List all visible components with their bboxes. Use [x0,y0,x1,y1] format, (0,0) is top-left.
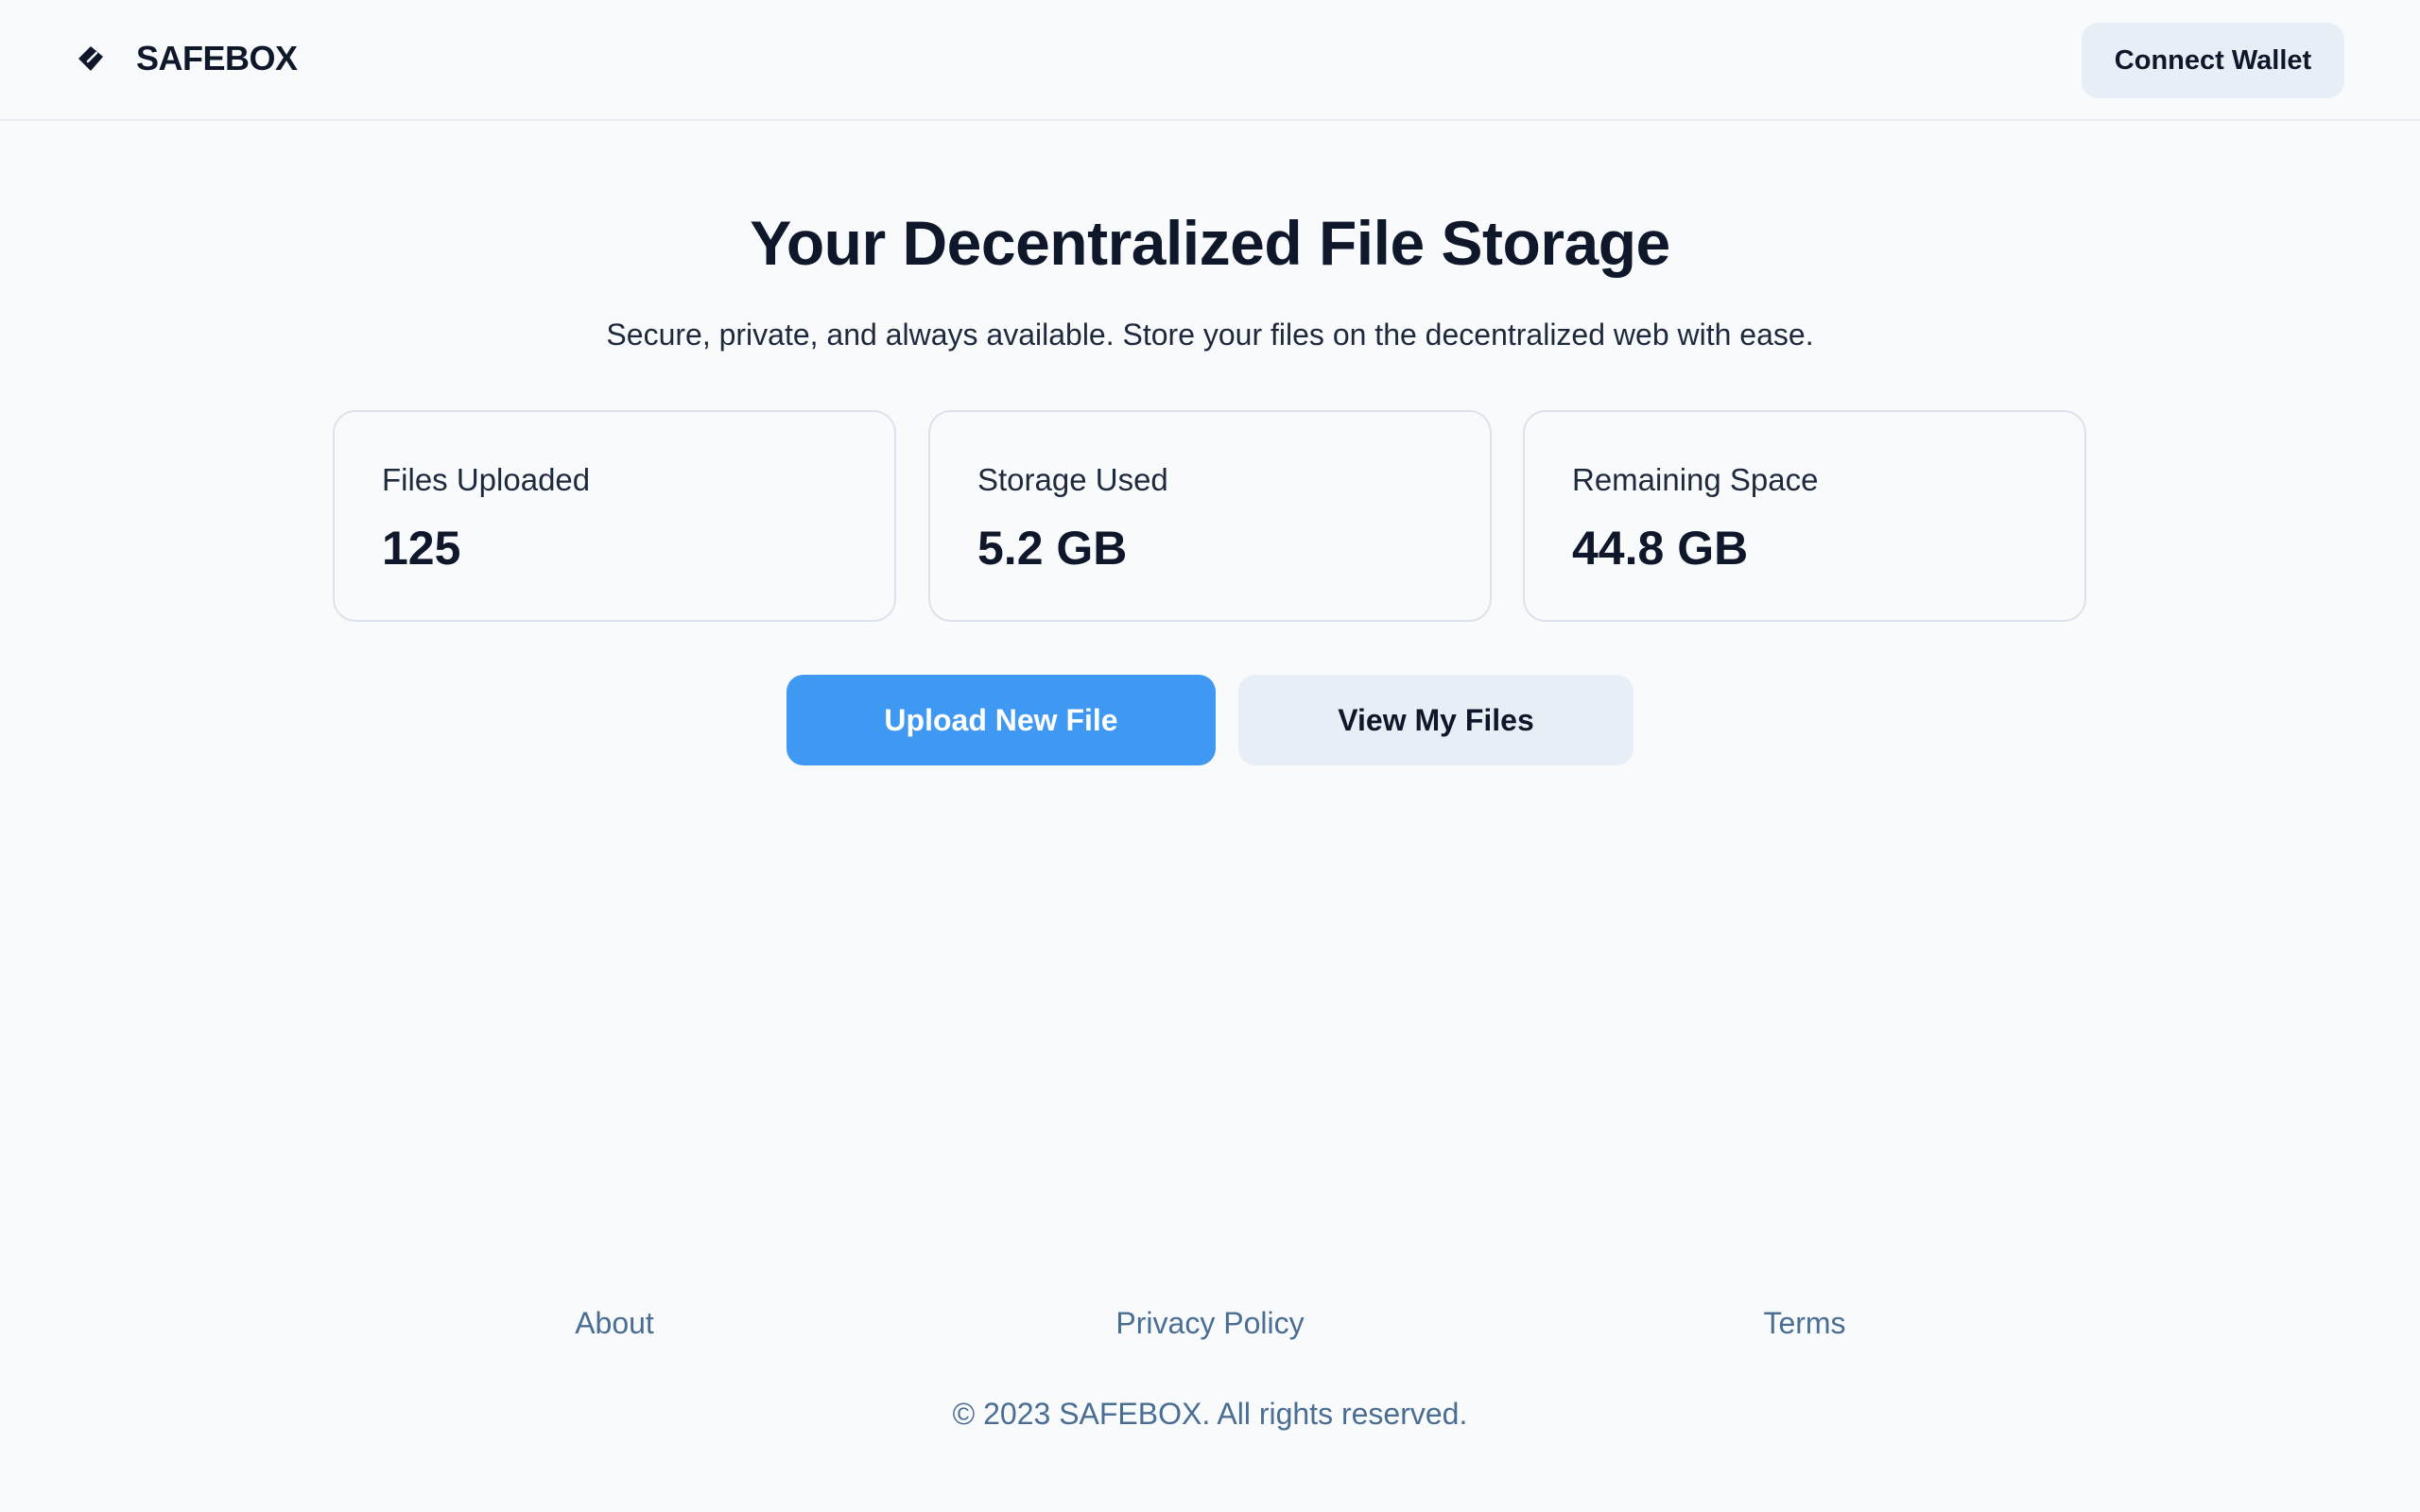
copyright-text: © 2023 SAFEBOX. All rights reserved. [952,1397,1468,1431]
stat-label: Remaining Space [1572,462,1819,497]
page-title: Your Decentralized File Storage [750,208,1670,278]
tag-icon [74,42,108,76]
top-header: SAFEBOX Connect Wallet [0,0,2420,121]
stat-value: 44.8 GB [1572,522,1749,575]
stat-value: 125 [382,522,461,575]
view-my-files-button[interactable]: View My Files [1238,675,1634,765]
footer-link-about[interactable]: About [575,1302,654,1344]
footer-link-terms[interactable]: Terms [1763,1302,1845,1344]
connect-wallet-button[interactable]: Connect Wallet [2082,23,2344,98]
stat-label: Storage Used [977,462,1168,497]
stat-card-files-uploaded: Files Uploaded 125 [333,410,896,622]
stat-label: Files Uploaded [382,462,591,497]
stat-value: 5.2 GB [977,522,1128,575]
upload-new-file-button[interactable]: Upload New File [786,675,1216,765]
footer-link-privacy-policy[interactable]: Privacy Policy [1115,1302,1304,1344]
brand[interactable]: SAFEBOX [74,34,298,83]
stat-card-storage-used: Storage Used 5.2 GB [928,410,1492,622]
page-subtitle: Secure, private, and always available. S… [606,318,1814,352]
brand-name: SAFEBOX [136,39,298,77]
stat-card-remaining-space: Remaining Space 44.8 GB [1523,410,2086,622]
